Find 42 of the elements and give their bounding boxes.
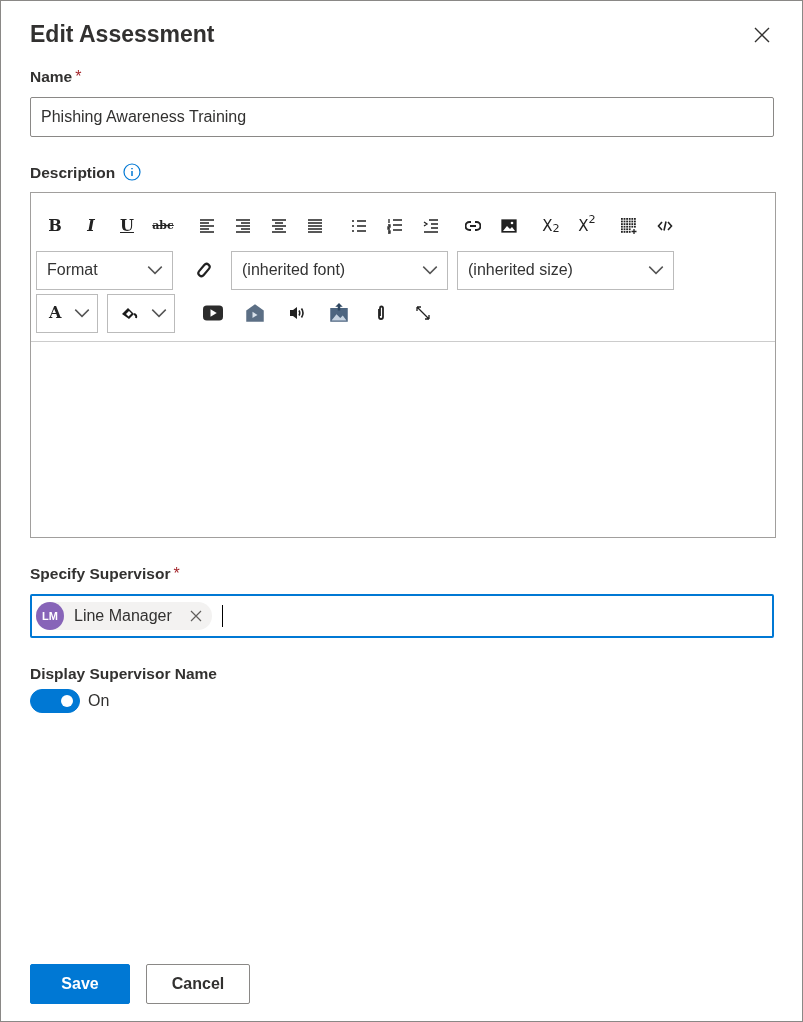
dropdown[interactable]: (inherited size) bbox=[457, 250, 674, 290]
save-button[interactable]: Save bbox=[30, 964, 130, 1004]
field-label: Description bbox=[30, 162, 116, 183]
field-label: Specify Supervisor bbox=[30, 564, 171, 585]
field-label: Name bbox=[30, 66, 73, 87]
name-field[interactable]: Phishing Awareness Training bbox=[30, 96, 774, 137]
justify-icon bbox=[307, 217, 323, 234]
subscript-button[interactable]: X$_{2}$ bbox=[533, 208, 569, 243]
dropdown[interactable]: (inherited font) bbox=[231, 250, 448, 290]
align-center-icon bbox=[271, 217, 287, 234]
underline-button[interactable]: U bbox=[109, 208, 145, 243]
align-right-icon bbox=[235, 217, 251, 234]
numbered-list-icon bbox=[387, 217, 403, 234]
italic-button[interactable]: I bbox=[73, 208, 109, 243]
dialog-title: Edit Assessment bbox=[30, 21, 215, 49]
play-icon bbox=[202, 303, 225, 324]
cancel-button[interactable]: Cancel bbox=[146, 964, 250, 1004]
font-color-dropdown[interactable]: A bbox=[36, 293, 99, 333]
image-icon bbox=[501, 217, 517, 234]
supervisor-picker[interactable]: LM Line Manager bbox=[30, 593, 774, 638]
dropdown[interactable]: Format bbox=[36, 250, 173, 290]
field-label: Display Supervisor Name bbox=[30, 663, 217, 684]
required-mark: * bbox=[173, 563, 180, 584]
resize-icon bbox=[415, 305, 432, 322]
speaker-icon bbox=[289, 305, 306, 322]
toggle-switch[interactable] bbox=[30, 689, 80, 714]
person-name: Line Manager bbox=[74, 605, 172, 626]
image-upload-icon bbox=[328, 303, 351, 324]
required-mark: * bbox=[75, 66, 82, 87]
highlight-dropdown[interactable] bbox=[107, 293, 176, 333]
bullet-list-icon bbox=[351, 217, 367, 234]
highlighter-icon bbox=[120, 305, 139, 322]
superscript-button[interactable]: X$^{2}$ bbox=[569, 208, 605, 243]
strikethrough-button[interactable]: abc bbox=[145, 208, 181, 243]
avatar: LM bbox=[36, 601, 64, 630]
bold-button[interactable]: B bbox=[37, 208, 73, 243]
table-grid-icon bbox=[621, 217, 637, 234]
text-cursor bbox=[221, 604, 223, 627]
indent-icon bbox=[423, 217, 439, 234]
align-left-icon bbox=[199, 217, 215, 234]
info-icon[interactable] bbox=[123, 163, 142, 182]
toggle-state: On bbox=[88, 691, 110, 712]
